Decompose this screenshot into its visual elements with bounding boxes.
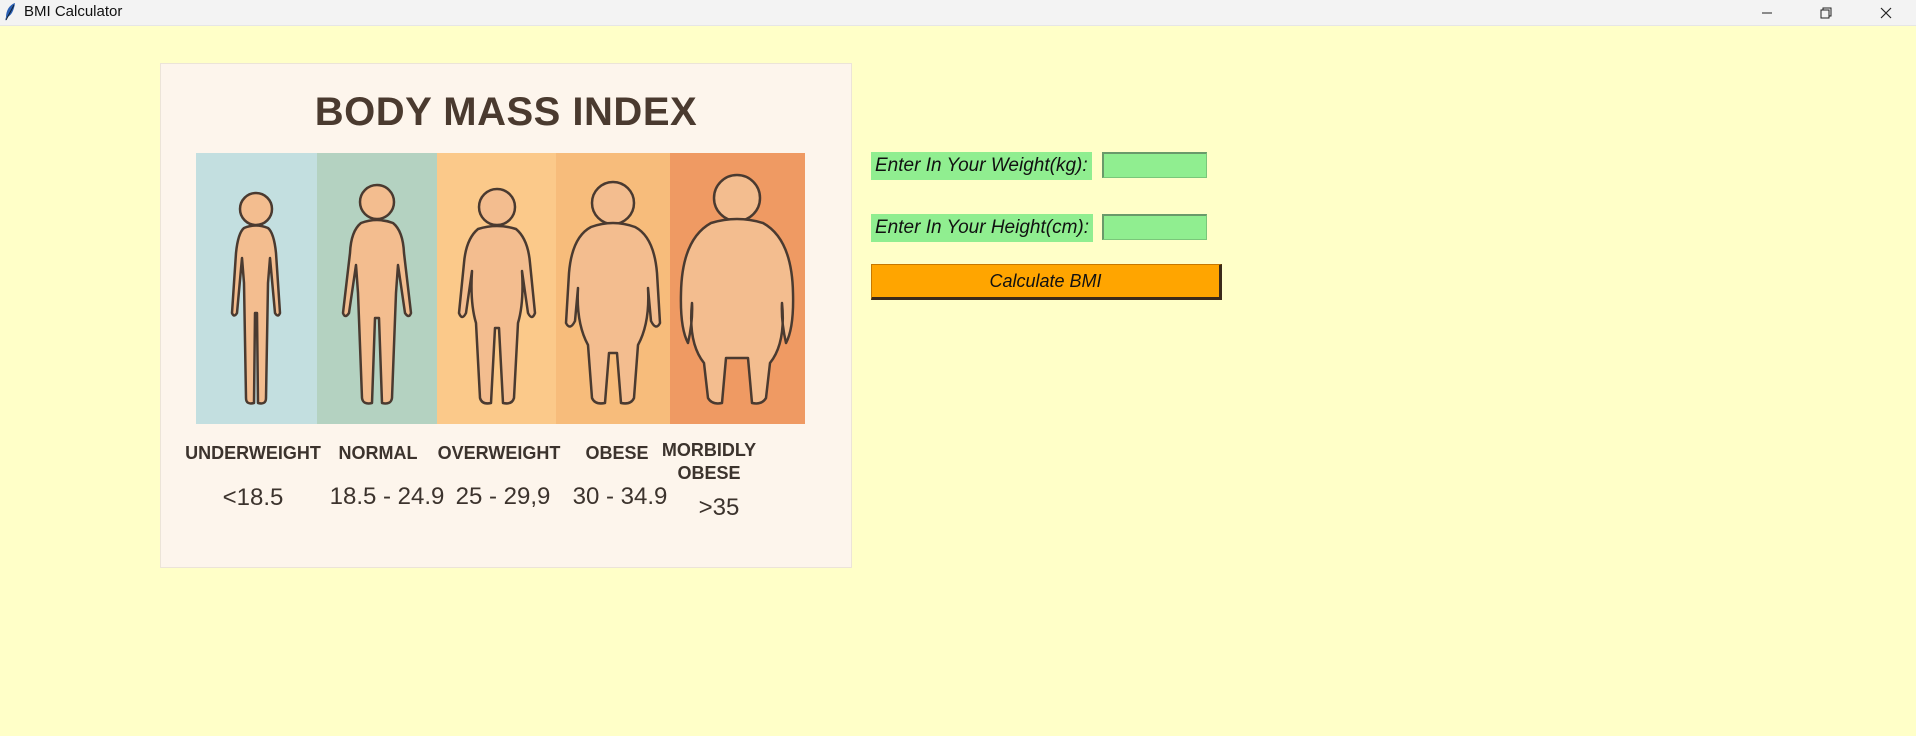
- weight-input[interactable]: [1102, 152, 1207, 178]
- figure-morbidly-obese: [679, 173, 795, 405]
- category-underweight: UNDERWEIGHT: [185, 443, 321, 463]
- body-figures: [230, 173, 795, 405]
- weight-label: Enter In Your Weight(kg):: [871, 152, 1092, 180]
- category-morbidly-obese: MORBIDLY OBESE: [661, 440, 757, 483]
- close-icon: [1880, 7, 1892, 18]
- bmi-bands: [196, 153, 805, 424]
- bmi-chart-image: BODY MASS INDEX UNDERWEIGHT NORMAL OVERW…: [160, 63, 852, 568]
- figure-obese: [564, 180, 662, 405]
- calculate-bmi-button[interactable]: Calculate BMI: [871, 264, 1222, 300]
- figure-normal: [341, 183, 413, 405]
- chart-title: BODY MASS INDEX: [314, 90, 698, 134]
- maximize-button[interactable]: [1797, 0, 1855, 25]
- window-title: BMI Calculator: [24, 3, 123, 20]
- height-label: Enter In Your Height(cm):: [871, 214, 1094, 242]
- maximize-icon: [1820, 7, 1832, 18]
- figure-overweight: [457, 187, 537, 405]
- range-underweight: <18.5: [222, 484, 284, 511]
- feather-icon: [5, 3, 15, 21]
- title-bar: BMI Calculator: [0, 0, 1916, 26]
- figure-underweight: [230, 191, 282, 405]
- height-input[interactable]: [1102, 214, 1207, 240]
- category-normal: NORMAL: [338, 443, 418, 463]
- close-button[interactable]: [1857, 0, 1915, 25]
- minimize-button[interactable]: [1738, 0, 1796, 25]
- minimize-icon: [1762, 12, 1772, 13]
- range-morbidly-obese: >35: [698, 494, 740, 521]
